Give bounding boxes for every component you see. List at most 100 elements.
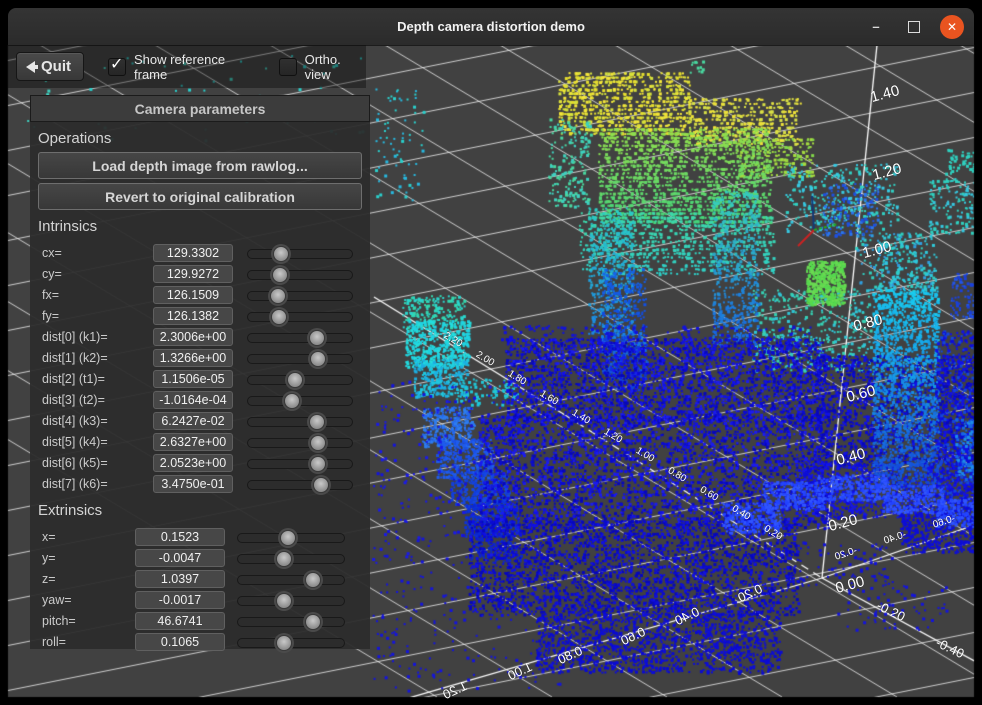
- slider-knob[interactable]: [273, 246, 289, 262]
- extrinsics-rows: x= 0.1523 y= -0.0047 z= 1.0397 yaw= -0.0…: [30, 526, 370, 652]
- back-arrow-icon: [26, 61, 35, 73]
- parameter-value-field[interactable]: 2.0523e+00: [153, 454, 233, 472]
- parameter-slider[interactable]: [237, 572, 345, 586]
- parameter-label: z=: [42, 572, 135, 586]
- parameter-value-field[interactable]: 0.1065: [135, 633, 225, 651]
- slider-track[interactable]: [247, 417, 353, 427]
- section-intrinsics: Intrinsics: [38, 217, 370, 236]
- slider-track[interactable]: [247, 459, 353, 469]
- parameter-slider[interactable]: [247, 246, 353, 260]
- parameter-row: dist[7] (k6)= 3.4750e-01: [30, 473, 370, 494]
- parameter-slider[interactable]: [247, 393, 353, 407]
- parameter-value-field[interactable]: 1.3266e+00: [153, 349, 233, 367]
- parameter-slider[interactable]: [247, 435, 353, 449]
- slider-track[interactable]: [247, 333, 353, 343]
- parameter-label: x=: [42, 530, 135, 544]
- parameter-slider[interactable]: [247, 477, 353, 491]
- parameter-slider[interactable]: [237, 530, 345, 544]
- slider-knob[interactable]: [305, 614, 321, 630]
- parameter-label: cy=: [42, 267, 153, 281]
- toolbar-checkbox-group: ✓ Show reference frame: [108, 52, 255, 82]
- parameter-label: roll=: [42, 635, 135, 649]
- slider-knob[interactable]: [276, 635, 292, 651]
- parameter-slider[interactable]: [237, 635, 345, 649]
- checkbox-label: Ortho. view: [305, 52, 366, 82]
- toolbar-checkbox-group: ✓ Ortho. view: [279, 52, 366, 82]
- parameter-row: dist[3] (t2)= -1.0164e-04: [30, 389, 370, 410]
- window-title: Depth camera distortion demo: [397, 19, 585, 34]
- slider-knob[interactable]: [310, 456, 326, 472]
- slider-knob[interactable]: [271, 309, 287, 325]
- parameter-slider[interactable]: [237, 614, 345, 628]
- quit-button[interactable]: Quit: [16, 52, 84, 81]
- slider-knob[interactable]: [310, 435, 326, 451]
- checkbox[interactable]: ✓: [108, 58, 126, 76]
- parameter-slider[interactable]: [247, 288, 353, 302]
- slider-track[interactable]: [237, 617, 345, 627]
- parameter-label: dist[7] (k6)=: [42, 477, 153, 491]
- slider-knob[interactable]: [305, 572, 321, 588]
- parameter-row: dist[2] (t1)= 1.1506e-05: [30, 368, 370, 389]
- title-bar: Depth camera distortion demo – ✕: [8, 8, 974, 46]
- slider-track[interactable]: [237, 575, 345, 585]
- parameter-slider[interactable]: [247, 456, 353, 470]
- slider-track[interactable]: [247, 396, 353, 406]
- slider-knob[interactable]: [287, 372, 303, 388]
- panel-header[interactable]: Camera parameters: [30, 95, 370, 122]
- parameter-label: dist[1] (k2)=: [42, 351, 153, 365]
- maximize-button[interactable]: [902, 15, 926, 39]
- slider-track[interactable]: [247, 249, 353, 259]
- parameter-value-field[interactable]: -1.0164e-04: [153, 391, 233, 409]
- parameter-value-field[interactable]: 46.6741: [135, 612, 225, 630]
- slider-track[interactable]: [247, 270, 353, 280]
- parameter-row: yaw= -0.0017: [30, 589, 370, 610]
- parameter-value-field[interactable]: 1.0397: [135, 570, 225, 588]
- parameter-value-field[interactable]: 126.1509: [153, 286, 233, 304]
- parameter-value-field[interactable]: 0.1523: [135, 528, 225, 546]
- slider-knob[interactable]: [272, 267, 288, 283]
- slider-knob[interactable]: [276, 593, 292, 609]
- checkbox[interactable]: ✓: [279, 58, 297, 76]
- parameter-value-field[interactable]: 2.3006e+00: [153, 328, 233, 346]
- slider-knob[interactable]: [309, 414, 325, 430]
- slider-track[interactable]: [247, 480, 353, 490]
- parameter-label: dist[2] (t1)=: [42, 372, 153, 386]
- close-button[interactable]: ✕: [940, 15, 964, 39]
- parameter-value-field[interactable]: 1.1506e-05: [153, 370, 233, 388]
- parameter-value-field[interactable]: -0.0017: [135, 591, 225, 609]
- parameter-label: y=: [42, 551, 135, 565]
- parameter-slider[interactable]: [237, 551, 345, 565]
- minimize-button[interactable]: –: [864, 15, 888, 39]
- parameter-slider[interactable]: [247, 330, 353, 344]
- slider-track[interactable]: [247, 312, 353, 322]
- parameter-value-field[interactable]: 129.3302: [153, 244, 233, 262]
- parameter-value-field[interactable]: 6.2427e-02: [153, 412, 233, 430]
- parameter-slider[interactable]: [247, 267, 353, 281]
- parameter-label: cx=: [42, 246, 153, 260]
- slider-track[interactable]: [247, 291, 353, 301]
- parameter-row: fx= 126.1509: [30, 284, 370, 305]
- slider-knob[interactable]: [310, 351, 326, 367]
- slider-knob[interactable]: [284, 393, 300, 409]
- load-depth-image-button[interactable]: Load depth image from rawlog...: [38, 152, 362, 179]
- parameter-value-field[interactable]: 126.1382: [153, 307, 233, 325]
- slider-knob[interactable]: [270, 288, 286, 304]
- slider-track[interactable]: [247, 438, 353, 448]
- slider-knob[interactable]: [313, 477, 329, 493]
- parameter-row: fy= 126.1382: [30, 305, 370, 326]
- slider-knob[interactable]: [276, 551, 292, 567]
- parameter-slider[interactable]: [247, 372, 353, 386]
- parameter-slider[interactable]: [247, 351, 353, 365]
- parameter-slider[interactable]: [247, 309, 353, 323]
- revert-calibration-button[interactable]: Revert to original calibration: [38, 183, 362, 210]
- slider-knob[interactable]: [309, 330, 325, 346]
- parameter-slider[interactable]: [247, 414, 353, 428]
- parameter-row: dist[6] (k5)= 2.0523e+00: [30, 452, 370, 473]
- parameter-slider[interactable]: [237, 593, 345, 607]
- parameter-value-field[interactable]: 3.4750e-01: [153, 475, 233, 493]
- parameter-value-field[interactable]: 2.6327e+00: [153, 433, 233, 451]
- slider-knob[interactable]: [280, 530, 296, 546]
- parameter-value-field[interactable]: 129.9272: [153, 265, 233, 283]
- parameter-value-field[interactable]: -0.0047: [135, 549, 225, 567]
- slider-track[interactable]: [247, 354, 353, 364]
